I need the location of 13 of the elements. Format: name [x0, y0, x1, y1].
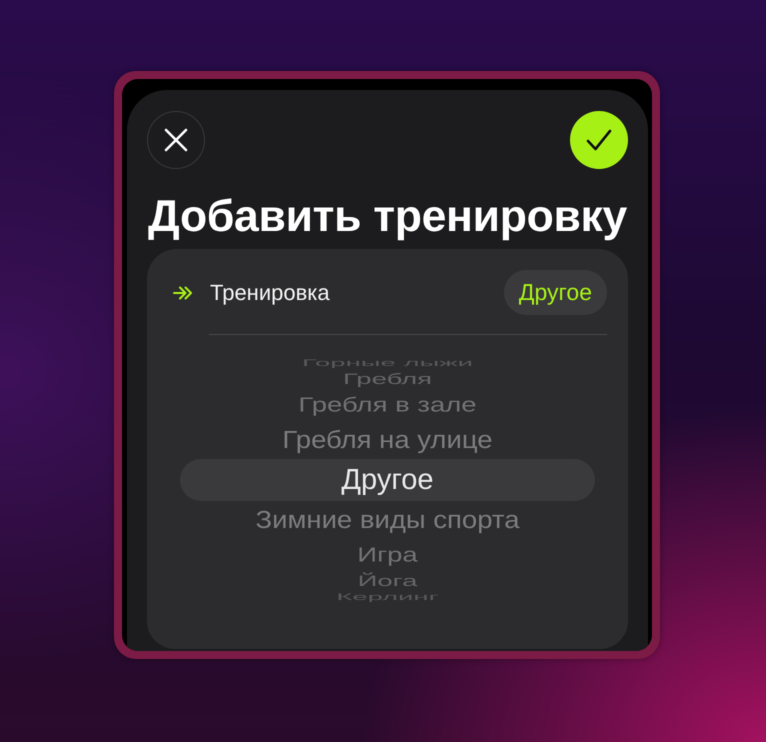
picker-option[interactable]: Йога: [180, 571, 595, 591]
picker-option[interactable]: Гребля на улице: [180, 424, 595, 456]
field-label: Тренировка: [210, 280, 331, 306]
checkmark-icon: [586, 129, 612, 151]
workout-type-button[interactable]: Другое: [504, 270, 607, 315]
sheet-title: Добавить тренировку: [147, 192, 628, 242]
close-icon: [164, 128, 188, 152]
picker-option[interactable]: Другое: [180, 459, 595, 501]
picker-option[interactable]: Зимние виды спорта: [180, 504, 595, 536]
double-arrow-icon: [173, 286, 193, 300]
picker-option[interactable]: Гребля: [180, 369, 595, 389]
picker-option[interactable]: Игра: [180, 542, 595, 568]
picker-option[interactable]: Гребля в зале: [180, 392, 595, 418]
